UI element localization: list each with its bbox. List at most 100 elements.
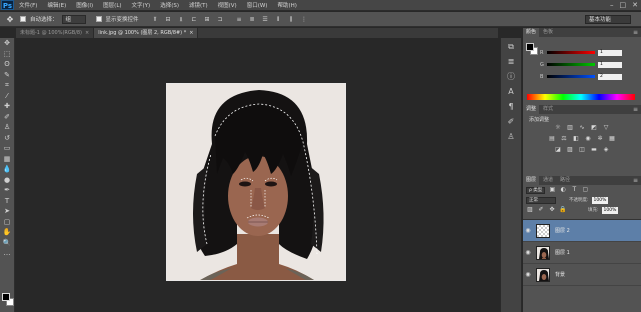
curves-icon[interactable]: ∿ [578, 124, 586, 132]
gradient-tool-icon[interactable]: ▦ [0, 154, 14, 165]
info-panel-icon[interactable]: ⓘ [504, 71, 518, 83]
canvas-area[interactable] [16, 38, 498, 312]
distribute-vcenter-icon[interactable]: ≣ [248, 15, 257, 24]
selective-color-icon[interactable]: ◈ [602, 146, 610, 154]
blue-slider[interactable] [547, 75, 595, 78]
document-canvas[interactable] [166, 83, 346, 281]
panel-menu-icon[interactable]: ≡ [633, 28, 641, 37]
filter-shape-icon[interactable]: ▢ [581, 186, 589, 194]
layer-row[interactable]: ◉ 背景 [523, 264, 641, 286]
tab-color[interactable]: 颜色 [523, 28, 540, 37]
levels-icon[interactable]: ▥ [566, 124, 574, 132]
filter-adjust-icon[interactable]: ◐ [559, 186, 567, 194]
layer-row[interactable]: ◉ 图层 2 [523, 220, 641, 242]
blend-mode-dropdown[interactable]: 正常 [526, 196, 556, 204]
color-spectrum-bar[interactable] [527, 94, 635, 100]
history-panel-icon[interactable]: ⧉ [504, 41, 518, 53]
clone-source-panel-icon[interactable]: ♙ [504, 131, 518, 143]
distribute-bottom-icon[interactable]: ☰ [261, 15, 270, 24]
foreground-color-swatch[interactable] [2, 293, 10, 301]
workspace-dropdown[interactable]: 基本功能 [585, 15, 631, 24]
brightness-contrast-icon[interactable]: ☼ [554, 124, 562, 132]
filter-pixel-icon[interactable]: ▣ [548, 186, 556, 194]
minimize-icon[interactable]: – [610, 1, 614, 9]
vibrance-icon[interactable]: ▽ [602, 124, 610, 132]
move-tool-icon[interactable]: ✥ [4, 14, 16, 25]
lock-position-icon[interactable]: ✥ [548, 206, 556, 214]
auto-select-checkbox[interactable] [20, 16, 26, 22]
red-slider[interactable] [547, 51, 595, 54]
color-lookup-icon[interactable]: ▦ [608, 135, 616, 143]
color-balance-icon[interactable]: ⚖ [560, 135, 568, 143]
menu-layer[interactable]: 图层(L) [98, 1, 126, 9]
filter-type-icon[interactable]: T [570, 186, 578, 194]
menu-image[interactable]: 图像(I) [71, 1, 98, 9]
lock-transparent-icon[interactable]: ▨ [526, 206, 534, 214]
eraser-tool-icon[interactable]: ▭ [0, 143, 14, 154]
tab-close-icon[interactable]: × [85, 28, 89, 38]
healing-brush-tool-icon[interactable]: ✚ [0, 101, 14, 112]
lasso-tool-icon[interactable]: ʘ [0, 59, 14, 70]
threshold-icon[interactable]: ◫ [578, 146, 586, 154]
channel-mixer-icon[interactable]: ✲ [596, 135, 604, 143]
brush-tool-icon[interactable]: ✐ [0, 112, 14, 123]
align-vcenter-icon[interactable]: ⊟ [164, 15, 173, 24]
red-value[interactable]: 1 [598, 49, 622, 56]
tab-styles[interactable]: 样式 [540, 105, 556, 114]
tab-adjustments[interactable]: 调整 [523, 105, 540, 114]
brush-panel-icon[interactable]: ✐ [504, 116, 518, 128]
character-panel-icon[interactable]: A [504, 86, 518, 98]
move-tool-icon[interactable]: ✥ [0, 38, 14, 49]
properties-panel-icon[interactable]: ≣ [504, 56, 518, 68]
invert-icon[interactable]: ◪ [554, 146, 562, 154]
crop-tool-icon[interactable]: ⌗ [0, 80, 14, 91]
shape-tool-icon[interactable]: ▢ [0, 217, 14, 228]
menu-file[interactable]: 文件(F) [14, 1, 42, 9]
distribute-left-icon[interactable]: ⦀ [274, 15, 283, 24]
hue-saturation-icon[interactable]: ▤ [548, 135, 556, 143]
hand-tool-icon[interactable]: ✋ [0, 227, 14, 238]
lock-pixels-icon[interactable]: ✐ [537, 206, 545, 214]
path-select-tool-icon[interactable]: ➤ [0, 206, 14, 217]
tab-close-icon[interactable]: × [189, 28, 193, 38]
visibility-eye-icon[interactable]: ◉ [523, 271, 533, 278]
tab-swatches[interactable]: 色板 [540, 28, 556, 37]
layer-row[interactable]: ◉ 图层 1 [523, 242, 641, 264]
menu-edit[interactable]: 编辑(E) [42, 1, 71, 9]
align-top-icon[interactable]: ⫪ [151, 15, 160, 24]
menu-select[interactable]: 选择(S) [155, 1, 184, 9]
blur-tool-icon[interactable]: 💧 [0, 164, 14, 175]
layer-filter-dropdown[interactable]: ρ 类型 [526, 186, 546, 194]
distribute-top-icon[interactable]: ≡ [235, 15, 244, 24]
green-slider[interactable] [547, 63, 595, 66]
menu-type[interactable]: 文字(Y) [127, 1, 156, 9]
dodge-tool-icon[interactable]: ● [0, 175, 14, 186]
zoom-tool-icon[interactable]: 🔍 [0, 238, 14, 249]
panel-menu-icon[interactable]: ≡ [633, 105, 641, 114]
gradient-map-icon[interactable]: ▬ [590, 146, 598, 154]
distribute-hcenter-icon[interactable]: ⫼ [287, 15, 296, 24]
visibility-eye-icon[interactable]: ◉ [523, 249, 533, 256]
marquee-tool-icon[interactable]: ⬚ [0, 49, 14, 60]
align-hcenter-icon[interactable]: ⊞ [203, 15, 212, 24]
tab-link-jpg[interactable]: link.jpg @ 100% (图层 2, RGB/8#) * × [94, 28, 199, 38]
fill-value[interactable]: 100% [601, 206, 619, 214]
align-right-icon[interactable]: ⊐ [216, 15, 225, 24]
menu-filter[interactable]: 滤镜(T) [184, 1, 213, 9]
black-white-icon[interactable]: ◧ [572, 135, 580, 143]
transform-controls-checkbox[interactable] [95, 16, 102, 22]
paragraph-panel-icon[interactable]: ¶ [504, 101, 518, 113]
visibility-eye-icon[interactable]: ◉ [523, 227, 533, 234]
lock-all-icon[interactable]: 🔒 [559, 206, 567, 214]
align-left-icon[interactable]: ⊏ [190, 15, 199, 24]
eyedropper-tool-icon[interactable]: ⁄ [0, 91, 14, 102]
distribute-right-icon[interactable]: ⋮ [300, 15, 309, 24]
posterize-icon[interactable]: ▨ [566, 146, 574, 154]
maximize-icon[interactable]: □ [620, 1, 627, 9]
blue-value[interactable]: 2 [598, 73, 622, 80]
panel-menu-icon[interactable]: ≡ [633, 176, 641, 185]
menu-window[interactable]: 窗口(W) [242, 1, 273, 9]
color-swatches[interactable] [2, 293, 14, 307]
tab-channels[interactable]: 通道 [540, 176, 556, 185]
photo-filter-icon[interactable]: ◉ [584, 135, 592, 143]
